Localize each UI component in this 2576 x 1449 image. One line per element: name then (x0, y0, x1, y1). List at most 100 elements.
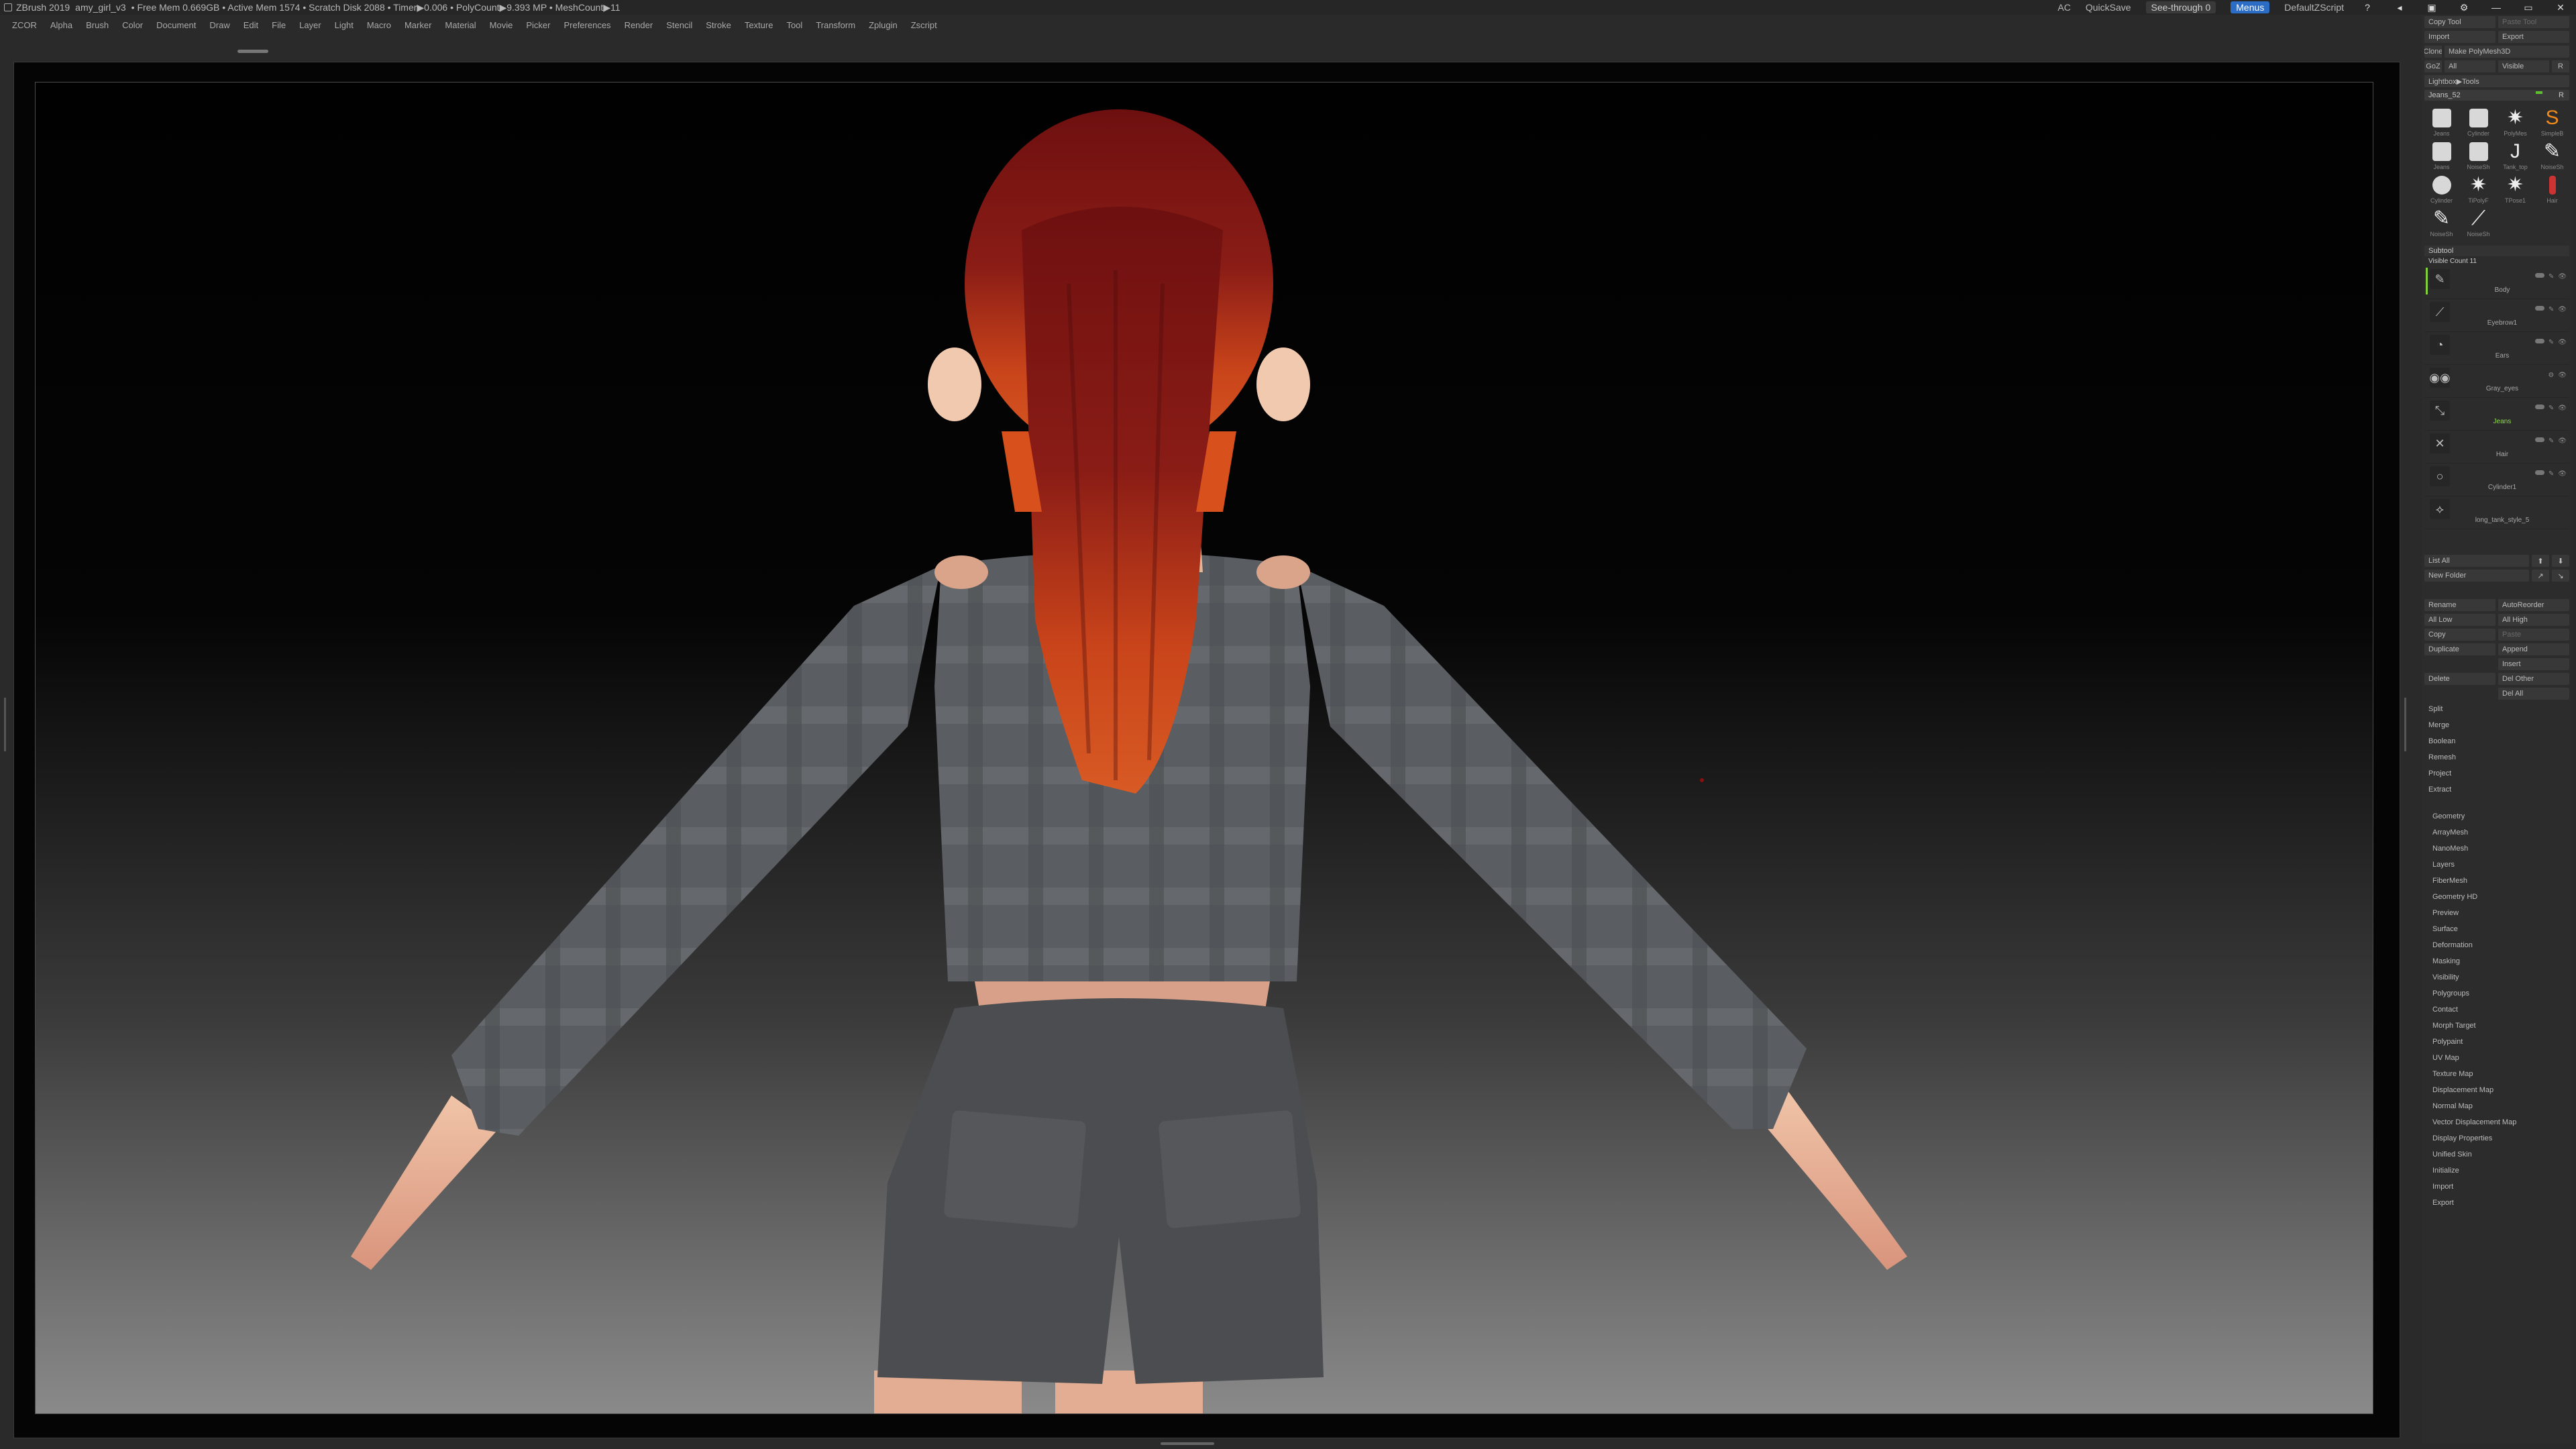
del-other-button[interactable]: Del Other (2498, 673, 2569, 685)
left-tray-handle[interactable] (4, 698, 6, 751)
brush-icon[interactable]: ✎ (2548, 339, 2554, 346)
brush-icon[interactable]: ✎ (2548, 306, 2554, 313)
menu-fibermesh[interactable]: FiberMesh (2432, 873, 2572, 889)
subtool-item-hair[interactable]: ✕ ✎ 👁 Hair (2424, 431, 2569, 464)
menu-layer[interactable]: Layer (299, 20, 321, 30)
eye-icon[interactable]: 👁 (2558, 437, 2567, 445)
menu-layers[interactable]: Layers (2432, 857, 2572, 873)
menu-movie[interactable]: Movie (490, 20, 513, 30)
menu-visibility[interactable]: Visibility (2432, 969, 2572, 985)
settings-icon[interactable]: ⚙ (2455, 2, 2473, 13)
menu-brush[interactable]: Brush (86, 20, 109, 30)
new-folder-button[interactable]: New Folder (2424, 570, 2529, 582)
tool-thumb-tipoly[interactable]: ✷ TiPolyF (2461, 173, 2496, 204)
tool-thumb-cylinder-2[interactable]: Cylinder (2424, 173, 2459, 204)
arrow-down-icon[interactable]: ⬇ (2552, 555, 2569, 567)
menu-unified-skin[interactable]: Unified Skin (2432, 1146, 2572, 1163)
del-all-button[interactable]: Del All (2498, 688, 2569, 700)
tool-thumb-noise-3[interactable]: ✎ NoiseSh (2424, 207, 2459, 237)
quicksave-button[interactable]: QuickSave (2086, 2, 2131, 13)
copy-button[interactable]: Copy (2424, 629, 2496, 641)
arrow-up-icon[interactable]: ⬆ (2532, 555, 2549, 567)
menu-picker[interactable]: Picker (526, 20, 550, 30)
remesh-menu[interactable]: Remesh (2422, 749, 2572, 765)
menu-export[interactable]: Export (2432, 1195, 2572, 1211)
subtool-item-jeans[interactable]: ⤡ ✎ 👁 Jeans (2424, 398, 2569, 431)
default-zscript-button[interactable]: DefaultZScript (2284, 2, 2344, 13)
brush-icon[interactable]: ✎ (2548, 470, 2554, 478)
eye-icon[interactable]: 👁 (2558, 339, 2567, 346)
bottom-shelf-handle[interactable] (1161, 1442, 1214, 1445)
export-button[interactable]: Export (2498, 31, 2569, 43)
menu-light[interactable]: Light (335, 20, 354, 30)
toggle-icon[interactable] (2534, 306, 2544, 311)
paste-button[interactable]: Paste (2498, 629, 2569, 641)
menu-polygroups[interactable]: Polygroups (2432, 985, 2572, 1002)
tool-thumb-polymesh[interactable]: ✷ PolyMes (2498, 106, 2532, 137)
toggle-icon[interactable] (2534, 273, 2544, 278)
tool-thumb-noise-4[interactable]: ⟋ NoiseSh (2461, 207, 2496, 237)
menu-geometry-hd[interactable]: Geometry HD (2432, 889, 2572, 905)
list-all-button[interactable]: List All (2424, 555, 2529, 567)
menu-color[interactable]: Color (122, 20, 143, 30)
menu-import[interactable]: Import (2432, 1179, 2572, 1195)
menu-file[interactable]: File (272, 20, 286, 30)
menus-button[interactable]: Menus (2231, 1, 2270, 13)
make-polymesh-button[interactable]: Make PolyMesh3D (2445, 46, 2569, 58)
gear-icon[interactable]: ⚙ (2548, 372, 2554, 379)
eye-icon[interactable]: 👁 (2558, 372, 2567, 379)
menu-arraymesh[interactable]: ArrayMesh (2432, 824, 2572, 841)
menu-marker[interactable]: Marker (405, 20, 431, 30)
tool-thumb-jeans[interactable]: Jeans (2424, 106, 2459, 137)
tool-thumb-jeans-2[interactable]: Jeans (2424, 140, 2459, 170)
tool-thumb-hair[interactable]: Hair (2535, 173, 2569, 204)
autoreorder-button[interactable]: AutoReorder (2498, 599, 2569, 611)
menu-stencil[interactable]: Stencil (666, 20, 692, 30)
boolean-menu[interactable]: Boolean (2422, 733, 2572, 749)
menu-zcor[interactable]: ZCOR (12, 20, 37, 30)
duplicate-button[interactable]: Duplicate (2424, 643, 2496, 655)
subtool-item-gray-eyes[interactable]: ◉◉ ⚙ 👁 Gray_eyes (2424, 365, 2569, 398)
eye-icon[interactable]: 👁 (2558, 470, 2567, 478)
menu-document[interactable]: Document (156, 20, 196, 30)
tool-thumb-simplebrush[interactable]: S SimpleB (2535, 106, 2569, 137)
menu-tool[interactable]: Tool (786, 20, 802, 30)
delete-button[interactable]: Delete (2424, 673, 2496, 685)
merge-menu[interactable]: Merge (2422, 717, 2572, 733)
menu-deformation[interactable]: Deformation (2432, 937, 2572, 953)
eye-icon[interactable]: 👁 (2558, 306, 2567, 313)
paste-tool-button[interactable]: Paste Tool (2498, 16, 2569, 28)
close-icon[interactable]: ✕ (2552, 2, 2569, 13)
insert-button[interactable]: Insert (2498, 658, 2569, 670)
menu-texture[interactable]: Texture (745, 20, 773, 30)
menu-macro[interactable]: Macro (367, 20, 391, 30)
menu-stroke[interactable]: Stroke (706, 20, 731, 30)
toggle-icon[interactable] (2534, 437, 2544, 442)
menu-texture-map[interactable]: Texture Map (2432, 1066, 2572, 1082)
menu-preview[interactable]: Preview (2432, 905, 2572, 921)
subtool-item-cylinder[interactable]: ○ ✎ 👁 Cylinder1 (2424, 464, 2569, 496)
menu-geometry[interactable]: Geometry (2432, 808, 2572, 824)
menu-render[interactable]: Render (625, 20, 653, 30)
see-through-slider[interactable]: See-through 0 (2145, 1, 2216, 13)
project-menu[interactable]: Project (2422, 765, 2572, 782)
current-tool-slider[interactable]: Jeans_52 R (2424, 90, 2569, 101)
menu-contact[interactable]: Contact (2432, 1002, 2572, 1018)
subtool-item-ears[interactable]: ◔ ✎ 👁 Ears (2424, 332, 2569, 365)
menu-material[interactable]: Material (445, 20, 476, 30)
menu-surface[interactable]: Surface (2432, 921, 2572, 937)
goz-button[interactable]: GoZ (2424, 60, 2442, 72)
split-menu[interactable]: Split (2422, 701, 2572, 717)
move-down-icon[interactable]: ↘ (2552, 570, 2569, 582)
layout-icon[interactable]: ▣ (2423, 2, 2440, 13)
subtool-item-tank[interactable]: ⟡ long_tank_style_5 (2424, 496, 2569, 529)
import-button[interactable]: Import (2424, 31, 2496, 43)
eye-icon[interactable]: 👁 (2558, 405, 2567, 412)
all-low-button[interactable]: All Low (2424, 614, 2496, 626)
menu-preferences[interactable]: Preferences (564, 20, 610, 30)
menu-zscript[interactable]: Zscript (911, 20, 937, 30)
subtool-item-eyebrow[interactable]: ⟋ ✎ 👁 Eyebrow1 (2424, 299, 2569, 332)
viewport[interactable] (35, 82, 2373, 1414)
ac-button[interactable]: AC (2057, 2, 2070, 13)
rename-button[interactable]: Rename (2424, 599, 2496, 611)
